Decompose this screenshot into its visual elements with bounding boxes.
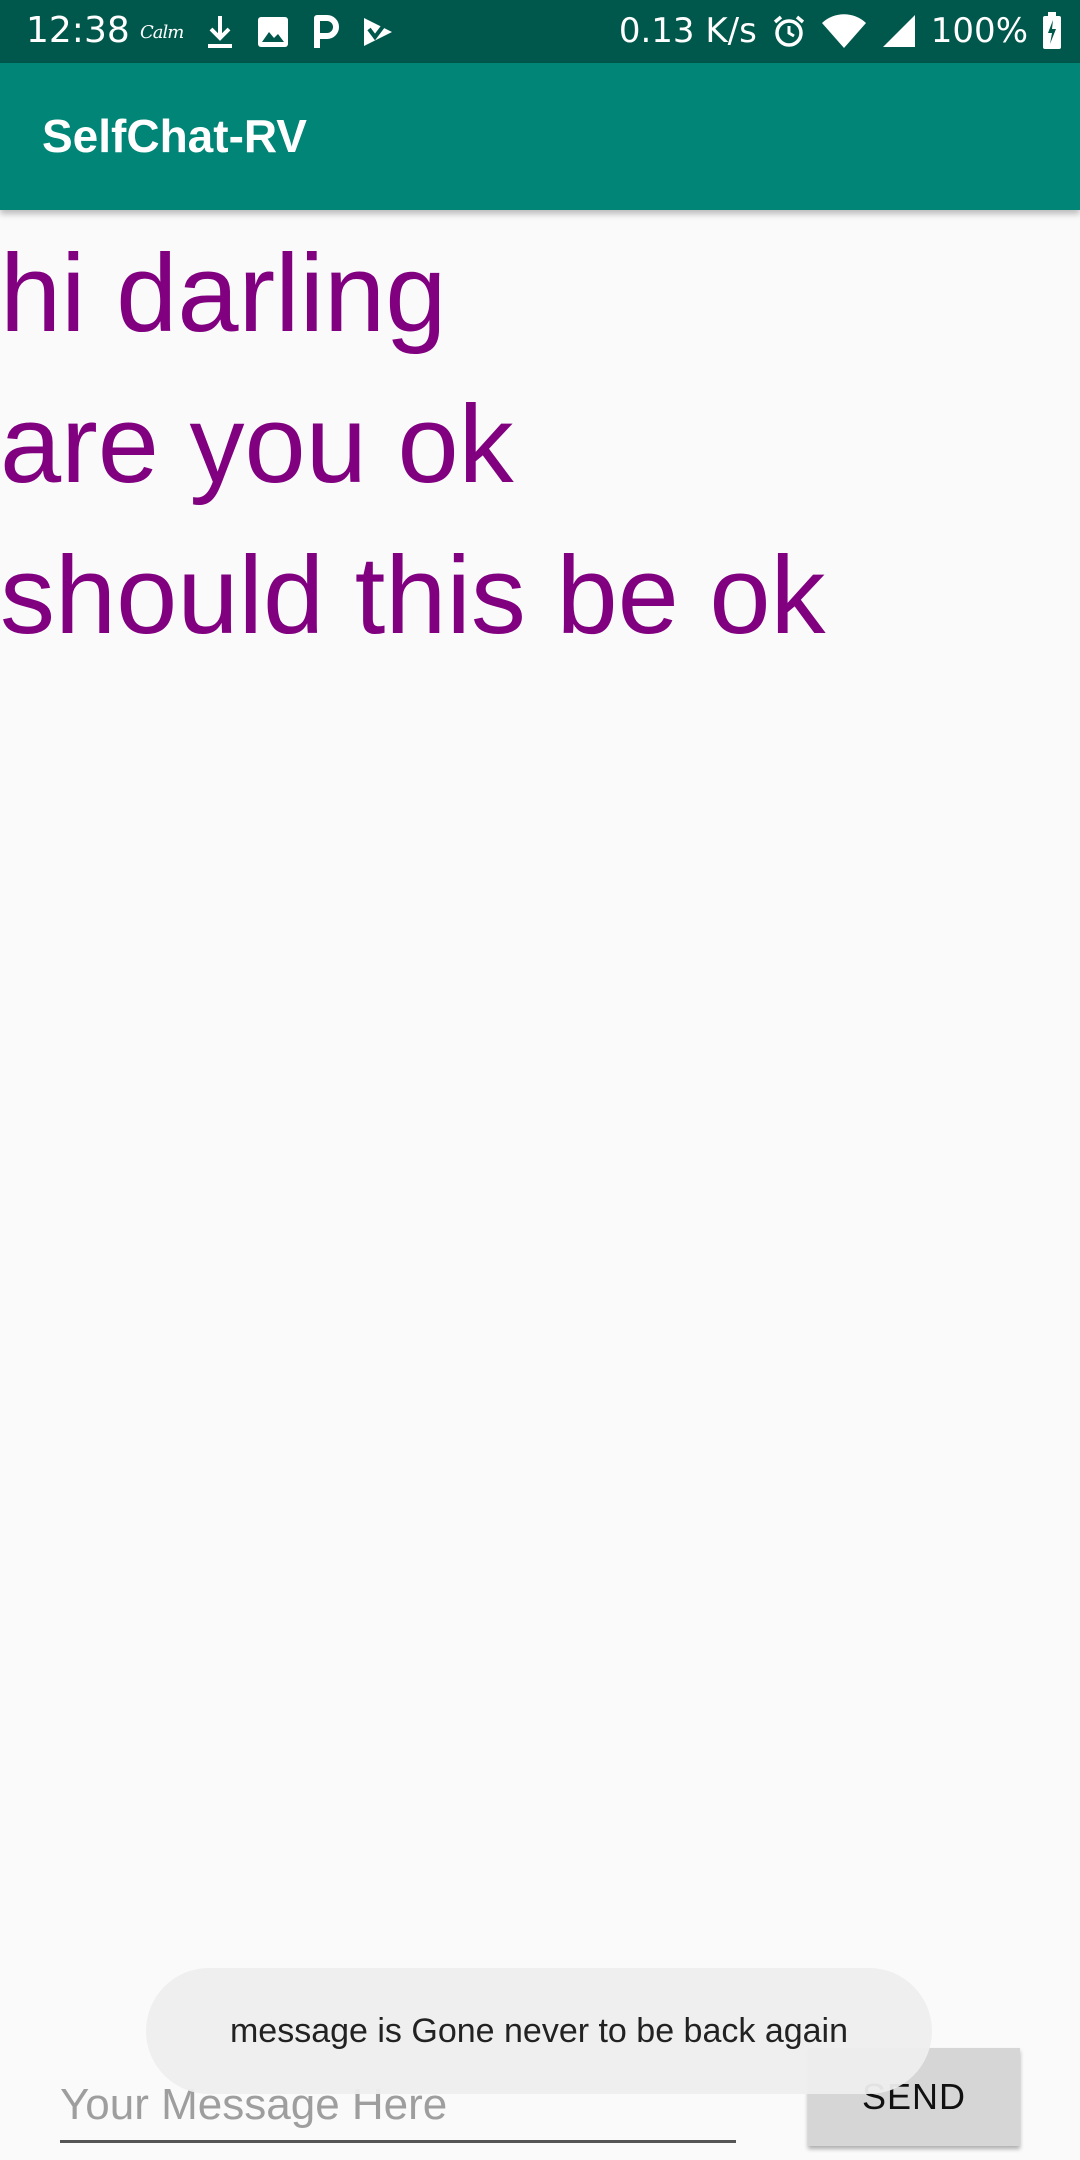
play-store-icon [361,15,395,49]
download-icon [205,14,235,50]
app-title: SelfChat-RV [42,110,307,162]
calm-icon: Calm [140,21,184,43]
image-icon [257,16,289,48]
network-speed: 0.13 K/s [618,11,757,51]
battery-percent: 100% [930,11,1028,51]
status-bar: 12:38 Calm 0.13 K/s 100% [0,0,1080,63]
signal-icon [881,13,917,49]
wifi-icon [821,13,867,49]
p-icon [311,14,340,50]
app-bar: SelfChat-RV [0,63,1080,210]
message-item[interactable]: should this be ok [0,520,1080,671]
screen: 12:38 Calm 0.13 K/s 100% SelfChat-RV hi … [0,0,1080,2160]
toast-message: message is Gone never to be back again [146,1968,932,2094]
message-item[interactable]: hi darling [0,218,1080,369]
message-list[interactable]: hi darling are you ok should this be ok [0,218,1080,671]
alarm-icon [771,13,807,49]
battery-icon [1042,12,1062,50]
system-indicators: 0.13 K/s 100% [619,8,1062,54]
toast-text: message is Gone never to be back again [229,2011,849,2050]
message-item[interactable]: are you ok [0,369,1080,520]
status-time: 12:38 [26,10,130,51]
notification-icons: Calm [140,12,395,52]
